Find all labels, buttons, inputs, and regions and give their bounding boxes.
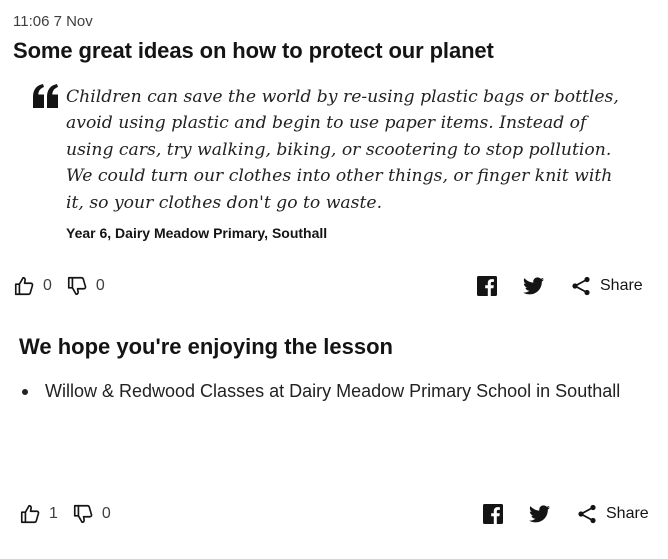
share-label: Share: [606, 505, 649, 522]
dislike-button[interactable]: 0: [72, 503, 111, 525]
dislike-count: 0: [101, 505, 111, 522]
list-item-text: Willow & Redwood Classes at Dairy Meadow…: [45, 381, 621, 401]
live-post-2: We hope you're enjoying the lesson Willo…: [0, 0, 668, 559]
share-icon: [577, 504, 597, 524]
facebook-share-button[interactable]: [483, 504, 503, 524]
list-item: Willow & Redwood Classes at Dairy Meadow…: [19, 378, 639, 405]
facebook-icon: [483, 504, 503, 524]
bullet-icon: [22, 389, 28, 395]
twitter-share-button[interactable]: [529, 505, 550, 523]
share-bar: Share: [483, 504, 649, 524]
like-button[interactable]: 1: [19, 503, 58, 525]
twitter-icon: [529, 505, 550, 523]
post-bullet-list: Willow & Redwood Classes at Dairy Meadow…: [19, 378, 639, 405]
reactions-bar: 1 0: [19, 503, 125, 525]
thumbs-up-icon: [19, 503, 41, 525]
post-title: We hope you're enjoying the lesson: [19, 334, 393, 359]
share-button[interactable]: Share: [577, 504, 649, 524]
like-count: 1: [49, 505, 58, 522]
thumbs-down-icon: [72, 503, 94, 525]
